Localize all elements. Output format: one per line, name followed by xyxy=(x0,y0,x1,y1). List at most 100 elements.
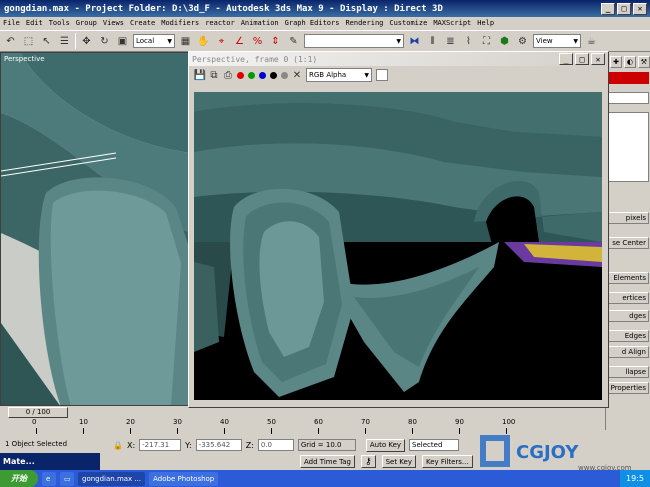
scale-icon[interactable]: ▣ xyxy=(115,33,130,49)
schematic-icon[interactable]: ⛶ xyxy=(479,33,494,49)
menu-item-rendering[interactable]: Rendering xyxy=(345,19,383,27)
task-3dsmax[interactable]: gongdian.max ... xyxy=(78,471,146,486)
status-bar: 1 Object Selected 🔒 X: -217.31 Y: -335.6… xyxy=(0,437,540,453)
menu-item-reactor[interactable]: reactor xyxy=(205,19,235,27)
save-icon[interactable]: 💾 xyxy=(194,67,206,83)
manipulate-icon[interactable]: ✋ xyxy=(196,33,211,49)
start-button[interactable]: 开始 xyxy=(0,470,38,487)
key-mode-select[interactable]: Selected xyxy=(409,439,460,451)
set-key-button[interactable]: Set Key xyxy=(381,455,416,468)
command-panel-item[interactable]: llapse xyxy=(608,366,649,378)
modify-tab-icon[interactable]: ◐ xyxy=(624,56,636,68)
x-label: X: xyxy=(126,440,136,450)
create-tab-icon[interactable]: ✚ xyxy=(610,56,622,68)
quicklaunch-ie-icon[interactable]: e xyxy=(42,471,56,486)
named-selection-select[interactable]: ▼ xyxy=(304,34,404,48)
material-editor-icon[interactable]: ⬢ xyxy=(497,33,512,49)
select-object-icon[interactable]: ↖ xyxy=(39,33,54,49)
menu-item-group[interactable]: Group xyxy=(76,19,97,27)
channel-value: RGB Alpha xyxy=(309,71,347,79)
z-coordinate-field[interactable]: 0.0 xyxy=(257,439,294,451)
menu-item-graph-editors[interactable]: Graph Editors xyxy=(285,19,340,27)
hierarchy-tab-icon[interactable]: ⚒ xyxy=(638,56,650,68)
select-region-icon[interactable]: ⬚ xyxy=(21,33,36,49)
system-tray: 19:5 xyxy=(620,470,650,487)
percent-snap-icon[interactable]: % xyxy=(250,33,265,49)
key-filters-button[interactable]: Key Filters... xyxy=(422,455,473,468)
y-coordinate-field[interactable]: -335.642 xyxy=(195,439,242,451)
snap-icon[interactable]: ⌖ xyxy=(214,33,229,49)
print-icon[interactable]: ⎙ xyxy=(223,67,233,83)
command-panel-item[interactable]: pixels xyxy=(608,212,649,224)
red-channel-icon[interactable] xyxy=(237,71,244,79)
render-close-button[interactable]: ✕ xyxy=(591,53,605,65)
menu-item-modifiers[interactable]: Modifiers xyxy=(161,19,199,27)
timeline-tick-label: 100 xyxy=(502,418,516,426)
time-slider[interactable]: 0 / 100 xyxy=(0,406,530,418)
select-by-name-icon[interactable]: ☰ xyxy=(57,33,72,49)
layer-icon[interactable]: ≣ xyxy=(443,33,458,49)
auto-key-button[interactable]: Auto Key xyxy=(365,438,406,452)
modifier-stack[interactable] xyxy=(608,112,649,182)
quicklaunch-desktop-icon[interactable]: ▭ xyxy=(60,471,74,486)
green-channel-icon[interactable] xyxy=(248,71,255,79)
command-panel-item[interactable]: Elements xyxy=(608,272,649,284)
timeline-tick-label: 20 xyxy=(126,418,135,426)
menu-item-help[interactable]: Help xyxy=(477,19,494,27)
minimize-button[interactable]: _ xyxy=(601,2,615,15)
menu-item-animation[interactable]: Animation xyxy=(241,19,279,27)
command-panel-item[interactable]: dges xyxy=(608,310,649,322)
move-icon[interactable]: ✥ xyxy=(79,33,94,49)
object-color-swatch[interactable] xyxy=(608,72,649,84)
color-swatch[interactable] xyxy=(376,69,388,81)
menu-item-file[interactable]: File xyxy=(3,19,20,27)
material-window-title[interactable]: Mate... xyxy=(0,453,100,470)
clear-icon[interactable]: ✕ xyxy=(292,67,302,83)
modifier-list[interactable] xyxy=(608,92,649,104)
spinner-snap-icon[interactable]: ⇕ xyxy=(268,33,283,49)
menu-item-tools[interactable]: Tools xyxy=(49,19,70,27)
timeline-tick xyxy=(36,428,37,434)
render-maximize-button[interactable]: □ xyxy=(575,53,589,65)
command-panel-item[interactable]: d Align xyxy=(608,346,649,358)
render-view-select[interactable]: View ▼ xyxy=(533,34,581,48)
key-icon[interactable]: ⚷ xyxy=(360,455,376,468)
pivot-icon[interactable]: ▦ xyxy=(178,33,193,49)
timeline-tick-label: 60 xyxy=(314,418,323,426)
command-panel: ✚ ◐ ⚒ pixels se Center Elements ertices dges… xyxy=(536,52,650,430)
task-photoshop[interactable]: Adobe Photoshop xyxy=(149,471,219,486)
mirror-icon[interactable]: ⧓ xyxy=(407,33,422,49)
coord-system-select[interactable]: Local ▼ xyxy=(133,34,175,48)
curve-editor-icon[interactable]: ⌇ xyxy=(461,33,476,49)
render-window-title-bar[interactable]: Perspective, frame 0 (1:1) _ □ ✕ xyxy=(189,52,608,66)
command-panel-item[interactable]: Edges xyxy=(608,330,649,342)
x-coordinate-field[interactable]: -217.31 xyxy=(139,439,182,451)
angle-snap-icon[interactable]: ∠ xyxy=(232,33,247,49)
add-time-tag-button[interactable]: Add Time Tag xyxy=(300,455,355,468)
channel-select[interactable]: RGB Alpha ▼ xyxy=(306,68,372,82)
blue-channel-icon[interactable] xyxy=(259,71,266,79)
quick-render-icon[interactable]: ☕ xyxy=(584,33,599,49)
undo-icon[interactable]: ↶ xyxy=(3,33,18,49)
time-slider-thumb[interactable]: 0 / 100 xyxy=(8,406,68,418)
command-panel-item[interactable]: se Center xyxy=(608,237,649,249)
close-button[interactable]: ✕ xyxy=(633,2,647,15)
track-bar[interactable]: 0 10 20 30 40 50 60 70 80 90 100 xyxy=(0,418,530,436)
mono-channel-icon[interactable] xyxy=(281,71,288,79)
align-icon[interactable]: ⫴ xyxy=(425,33,440,49)
rotate-icon[interactable]: ↻ xyxy=(97,33,112,49)
clone-icon[interactable]: ⧉ xyxy=(209,67,219,83)
menu-item-create[interactable]: Create xyxy=(130,19,155,27)
menu-item-edit[interactable]: Edit xyxy=(26,19,43,27)
maximize-button[interactable]: □ xyxy=(617,2,631,15)
render-minimize-button[interactable]: _ xyxy=(559,53,573,65)
named-selection-icon[interactable]: ✎ xyxy=(286,33,301,49)
menu-item-views[interactable]: Views xyxy=(103,19,124,27)
menu-item-customize[interactable]: Customize xyxy=(389,19,427,27)
command-panel-item[interactable]: ertices xyxy=(608,292,649,304)
menu-item-maxscript[interactable]: MAXScript xyxy=(433,19,471,27)
render-setup-icon[interactable]: ⚙ xyxy=(515,33,530,49)
lock-icon[interactable]: 🔒 xyxy=(113,441,123,450)
viewport-label[interactable]: Perspective xyxy=(4,55,45,63)
alpha-channel-icon[interactable] xyxy=(270,71,277,79)
